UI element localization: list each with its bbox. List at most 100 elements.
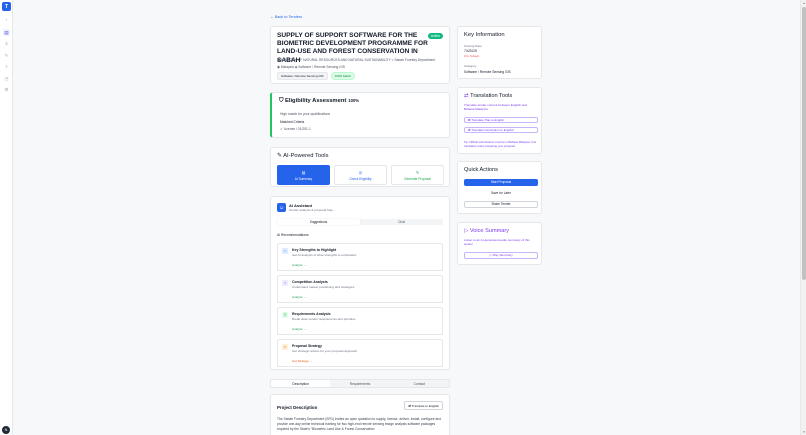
translation-subtitle: Translate tender content between English… — [464, 103, 528, 112]
document-icon: ▤ — [301, 169, 306, 175]
scroll-up-icon[interactable]: ▲ — [802, 1, 806, 5]
ministry-text: MINISTRY OF NATURAL RESOURCES AND NATURA… — [281, 58, 436, 62]
scrollbar-thumb[interactable] — [802, 7, 806, 280]
description-text: The Sabah Forestry Department (SFD) invi… — [277, 417, 441, 431]
recommendation-desc: Get AI analysis of what strengths to emp… — [292, 253, 357, 257]
recommendations-heading: AI Recommendations — [277, 233, 309, 237]
tender-header-card: SUPPLY OF SUPPORT SOFTWARE FOR THE BIOME… — [270, 26, 450, 84]
ai-tools-card: ✎ AI-Powered Tools ▤ AI Summary ◎ Check El… — [270, 147, 450, 187]
match-tag: 100% Match — [330, 72, 356, 80]
bot-icon: ☺ — [277, 203, 286, 212]
assistant-subtitle: Tender analysis & proposal help — [289, 208, 333, 212]
translate-description-label: Translate Description to English — [471, 128, 514, 132]
generate-proposal-button[interactable]: ✎ Generate Proposal — [391, 165, 444, 185]
start-proposal-button[interactable]: Start Proposal — [464, 179, 538, 186]
eligibility-card: ⛉ Eligibility Assessment 100% High match … — [270, 92, 450, 138]
target-icon: ◎ — [358, 169, 363, 175]
category-text: Software / Remote Sensing GIS — [298, 65, 345, 69]
recommendation-item: ↗ Competition Analysis Understand market… — [277, 275, 443, 303]
check-eligibility-button[interactable]: ◎ Check Eligibility — [334, 165, 387, 185]
recommendation-title: Key Strengths to Highlight — [292, 248, 337, 252]
analyze-link[interactable]: Analyze → — [292, 263, 307, 267]
tab-description[interactable]: Description — [271, 380, 331, 387]
ai-tools-heading: ✎ AI-Powered Tools — [277, 153, 443, 159]
license-line: ✓ License / 01/251-1 — [280, 127, 311, 131]
license-text: License / 01/251-1 — [283, 127, 311, 131]
matched-criteria-label: Matched Criteria — [280, 120, 305, 124]
recommendation-item: ☰ Requirements Analysis Break down tende… — [277, 307, 443, 335]
avatar[interactable]: N — [2, 426, 10, 434]
translate-description-button[interactable]: ⇄ Translate Description to English — [464, 127, 538, 133]
quick-actions-card: Quick Actions Start Proposal Save for La… — [457, 161, 542, 214]
recommendation-title: Competition Analysis — [292, 280, 328, 284]
collapse-icon[interactable]: ‹ — [3, 16, 10, 23]
translate-title-button[interactable]: ⇄ Translate Title to English — [464, 117, 538, 123]
voice-heading: ▷ Voice Summary — [464, 228, 535, 234]
clock-icon[interactable]: ◷ — [3, 75, 10, 82]
ministry-line: ▦ MINISTRY OF NATURAL RESOURCES AND NATU… — [277, 58, 435, 62]
analyze-link[interactable]: Analyze → — [292, 327, 307, 331]
voice-title: Voice Summary — [469, 228, 510, 234]
user-icon[interactable]: ♙ — [3, 40, 10, 47]
scroll-down-icon[interactable]: ▼ — [802, 430, 806, 434]
voice-summary-card: ▷ Voice Summary Listen to an AI-generate… — [457, 222, 542, 265]
status-badge: Active — [427, 33, 443, 39]
star-icon: ☆ — [282, 248, 288, 254]
closing-warning: 0 in 6 days — [464, 54, 479, 58]
closing-date-label: Closing Date — [464, 44, 482, 48]
assistant-header: ☺ AI Assistant Tender analysis & proposa… — [277, 203, 333, 212]
ai-assistant-card: ☺ AI Assistant Tender analysis & proposa… — [270, 196, 450, 370]
eligibility-heading: ⛉ Eligibility Assessment 100% — [279, 98, 442, 105]
tab-requirements[interactable]: Requirements — [330, 380, 389, 387]
meta-line: ◉ Malaysia ◈ Software / Remote Sensing G… — [277, 65, 345, 69]
play-summary-label: Play Summary — [492, 253, 513, 257]
bulb-icon: ✦ — [282, 344, 288, 350]
tag-row: Software / Remote Sensing GIS 100% Match — [277, 72, 356, 80]
sidebar-rail: T ‹ ▤ ♙ ✎ ⌕ ◷ ⚙ N — [0, 0, 13, 435]
ai-summary-label: AI Summary — [294, 176, 313, 181]
generate-proposal-label: Generate Proposal — [404, 176, 431, 181]
eligibility-title: Eligibility Assessment — [284, 98, 347, 104]
checklist-icon: ☰ — [282, 312, 288, 318]
translation-tools-card: ⇄ Translation Tools Translate tender con… — [457, 87, 542, 154]
back-link[interactable]: ← Back to Tenders — [270, 15, 302, 19]
translate-button[interactable]: ⇄ Translate to English — [404, 401, 443, 410]
recommendation-item: ☆ Key Strengths to Highlight Get AI anal… — [277, 243, 443, 271]
gear-icon[interactable]: ⚙ — [3, 86, 10, 93]
strategy-link[interactable]: Get Strategy → — [292, 359, 313, 363]
save-later-button[interactable]: Save for Later — [464, 190, 538, 197]
tab-chat[interactable]: Chat — [360, 219, 443, 225]
tab-contact[interactable]: Contact — [390, 380, 449, 387]
translation-heading: ⇄ Translation Tools — [464, 93, 535, 99]
key-info-title: Key Information — [464, 32, 505, 38]
chart-icon: ↗ — [282, 280, 288, 286]
recommendation-desc: Understand market positioning and strate… — [292, 285, 355, 289]
share-tender-button[interactable]: Share Tender — [464, 201, 538, 208]
translate-label: Translate to English — [411, 403, 439, 408]
recommendation-desc: Break down tender requirements and prior… — [292, 317, 356, 321]
pen-icon[interactable]: ✎ — [3, 52, 10, 59]
recommendation-item: ✦ Proposal Strategy Get strategic advice… — [277, 339, 443, 367]
description-card: Project Description ⇄ Translate to Engli… — [270, 394, 450, 435]
assistant-tabs: Suggestions Chat — [277, 219, 443, 225]
play-summary-button[interactable]: ▷ Play Summary — [464, 252, 538, 259]
check-eligibility-label: Check Eligibility — [349, 176, 372, 181]
ai-tools-title: AI-Powered Tools — [283, 153, 329, 159]
recommendation-title: Proposal Strategy — [292, 344, 322, 348]
app-logo[interactable]: T — [2, 2, 11, 11]
tab-suggestions[interactable]: Suggestions — [277, 219, 360, 225]
translation-title: Translation Tools — [470, 93, 513, 99]
detail-tabs: Description Requirements Contact — [270, 379, 450, 388]
page-scrollbar[interactable]: ▲ ▼ — [800, 0, 806, 435]
recommendation-title: Requirements Analysis — [292, 312, 331, 316]
analyze-link[interactable]: Analyze → — [292, 295, 307, 299]
quick-actions-title: Quick Actions — [464, 167, 498, 173]
ai-summary-button[interactable]: ▤ AI Summary — [277, 165, 330, 185]
eligibility-percent: 100% — [348, 98, 360, 103]
search-icon[interactable]: ⌕ — [3, 63, 10, 70]
category-value: Software / Remote Sensing GIS — [464, 70, 511, 74]
document-icon[interactable]: ▤ — [3, 29, 10, 36]
pen-icon: ✎ — [415, 169, 420, 175]
category-label: Category — [464, 64, 477, 68]
eligibility-subtitle: High match for your qualifications — [280, 112, 331, 116]
